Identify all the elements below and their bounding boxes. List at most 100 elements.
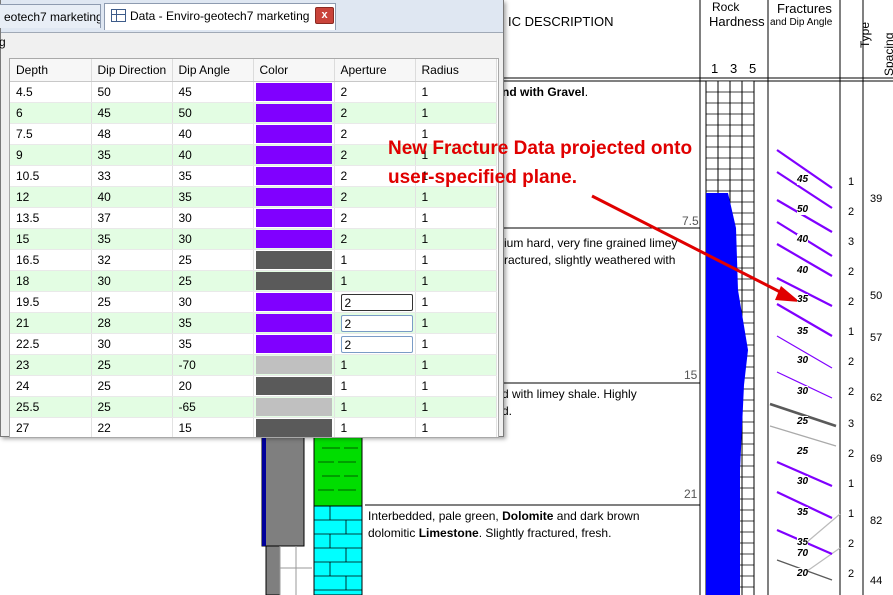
color-swatch[interactable] xyxy=(255,209,332,227)
aperture-edit-field[interactable]: 2 xyxy=(340,335,413,353)
column-header-depth[interactable]: Depth xyxy=(10,59,92,82)
cell-dip-angle[interactable]: 40 xyxy=(172,123,254,145)
cell-depth[interactable]: 9 xyxy=(10,144,92,166)
color-swatch[interactable] xyxy=(255,293,332,311)
table-row[interactable]: 16.5 32 25 1 1 xyxy=(10,249,497,271)
cell-depth[interactable]: 27 xyxy=(10,417,92,437)
cell-depth[interactable]: 23 xyxy=(10,354,92,376)
color-swatch[interactable] xyxy=(255,125,332,143)
cell-dip-angle[interactable]: 35 xyxy=(172,165,254,187)
cell-radius[interactable]: 1 xyxy=(415,333,497,355)
color-swatch[interactable] xyxy=(255,251,332,269)
cell-color[interactable] xyxy=(253,312,335,334)
cell-dip-angle[interactable]: 30 xyxy=(172,228,254,250)
color-swatch[interactable] xyxy=(255,398,332,416)
column-header-dip-direction[interactable]: Dip Direction xyxy=(91,59,173,82)
cell-dip-direction[interactable]: 25 xyxy=(91,291,173,313)
cell-color[interactable] xyxy=(253,186,335,208)
cell-dip-direction[interactable]: 30 xyxy=(91,270,173,292)
cell-dip-direction[interactable]: 45 xyxy=(91,102,173,124)
cell-dip-direction[interactable]: 48 xyxy=(91,123,173,145)
column-header-radius[interactable]: Radius xyxy=(415,59,497,82)
cell-dip-direction[interactable]: 25 xyxy=(91,354,173,376)
cell-color[interactable] xyxy=(253,207,335,229)
cell-depth[interactable]: 7.5 xyxy=(10,123,92,145)
cell-aperture[interactable]: 2 xyxy=(334,228,416,250)
cell-radius[interactable]: 1 xyxy=(415,291,497,313)
table-row[interactable]: 4.5 50 45 2 1 xyxy=(10,81,497,103)
cell-dip-angle[interactable]: 40 xyxy=(172,144,254,166)
cell-aperture[interactable]: 2 xyxy=(334,291,416,313)
color-swatch[interactable] xyxy=(255,167,332,185)
cell-radius[interactable]: 1 xyxy=(415,270,497,292)
cell-aperture[interactable]: 2 xyxy=(334,207,416,229)
cell-aperture[interactable]: 1 xyxy=(334,396,416,418)
cell-dip-angle[interactable]: 20 xyxy=(172,375,254,397)
cell-radius[interactable]: 1 xyxy=(415,207,497,229)
cell-dip-direction[interactable]: 22 xyxy=(91,417,173,437)
cell-dip-angle[interactable]: 30 xyxy=(172,207,254,229)
cell-color[interactable] xyxy=(253,144,335,166)
cell-dip-direction[interactable]: 32 xyxy=(91,249,173,271)
table-row[interactable]: 19.5 25 30 2 1 xyxy=(10,291,497,313)
color-swatch[interactable] xyxy=(255,104,332,122)
cell-radius[interactable]: 1 xyxy=(415,249,497,271)
cell-dip-angle[interactable]: 25 xyxy=(172,270,254,292)
table-row[interactable]: 13.5 37 30 2 1 xyxy=(10,207,497,229)
cell-depth[interactable]: 25.5 xyxy=(10,396,92,418)
cell-aperture[interactable]: 1 xyxy=(334,354,416,376)
table-row[interactable]: 25.5 25 -65 1 1 xyxy=(10,396,497,418)
cell-radius[interactable]: 1 xyxy=(415,312,497,334)
cell-aperture[interactable]: 2 xyxy=(334,81,416,103)
cell-color[interactable] xyxy=(253,396,335,418)
cell-depth[interactable]: 6 xyxy=(10,102,92,124)
cell-dip-angle[interactable]: 50 xyxy=(172,102,254,124)
column-header-dip-angle[interactable]: Dip Angle xyxy=(172,59,254,82)
cell-dip-angle[interactable]: 25 xyxy=(172,249,254,271)
table-row[interactable]: 15 35 30 2 1 xyxy=(10,228,497,250)
cell-depth[interactable]: 22.5 xyxy=(10,333,92,355)
color-swatch[interactable] xyxy=(255,230,332,248)
cell-aperture[interactable]: 1 xyxy=(334,375,416,397)
cell-color[interactable] xyxy=(253,81,335,103)
cell-dip-direction[interactable]: 30 xyxy=(91,333,173,355)
cell-dip-direction[interactable]: 50 xyxy=(91,81,173,103)
tab-marketing[interactable]: eotech7 marketing xyxy=(0,4,101,28)
color-swatch[interactable] xyxy=(255,188,332,206)
cell-depth[interactable]: 15 xyxy=(10,228,92,250)
table-row[interactable]: 21 28 35 2 1 xyxy=(10,312,497,334)
table-row[interactable]: 22.5 30 35 2 1 xyxy=(10,333,497,355)
table-row[interactable]: 23 25 -70 1 1 xyxy=(10,354,497,376)
cell-aperture[interactable]: 2 xyxy=(334,333,416,355)
color-swatch[interactable] xyxy=(255,419,332,437)
color-swatch[interactable] xyxy=(255,356,332,374)
cell-color[interactable] xyxy=(253,354,335,376)
cell-dip-angle[interactable]: -70 xyxy=(172,354,254,376)
cell-depth[interactable]: 4.5 xyxy=(10,81,92,103)
cell-radius[interactable]: 1 xyxy=(415,396,497,418)
cell-color[interactable] xyxy=(253,291,335,313)
cell-color[interactable] xyxy=(253,417,335,437)
cell-dip-direction[interactable]: 35 xyxy=(91,228,173,250)
cell-dip-angle[interactable]: -65 xyxy=(172,396,254,418)
cell-dip-angle[interactable]: 15 xyxy=(172,417,254,437)
column-header-color[interactable]: Color xyxy=(253,59,335,82)
cell-aperture[interactable]: 2 xyxy=(334,312,416,334)
cell-dip-angle[interactable]: 35 xyxy=(172,186,254,208)
cell-aperture[interactable]: 1 xyxy=(334,417,416,437)
table-row[interactable]: 24 25 20 1 1 xyxy=(10,375,497,397)
cell-dip-direction[interactable]: 25 xyxy=(91,375,173,397)
color-swatch[interactable] xyxy=(255,146,332,164)
cell-radius[interactable]: 1 xyxy=(415,228,497,250)
cell-color[interactable] xyxy=(253,123,335,145)
cell-radius[interactable]: 1 xyxy=(415,81,497,103)
cell-depth[interactable]: 13.5 xyxy=(10,207,92,229)
cell-depth[interactable]: 12 xyxy=(10,186,92,208)
cell-radius[interactable]: 1 xyxy=(415,375,497,397)
cell-color[interactable] xyxy=(253,228,335,250)
cell-color[interactable] xyxy=(253,333,335,355)
cell-dip-direction[interactable]: 37 xyxy=(91,207,173,229)
color-swatch[interactable] xyxy=(255,272,332,290)
cell-color[interactable] xyxy=(253,375,335,397)
cell-dip-direction[interactable]: 28 xyxy=(91,312,173,334)
